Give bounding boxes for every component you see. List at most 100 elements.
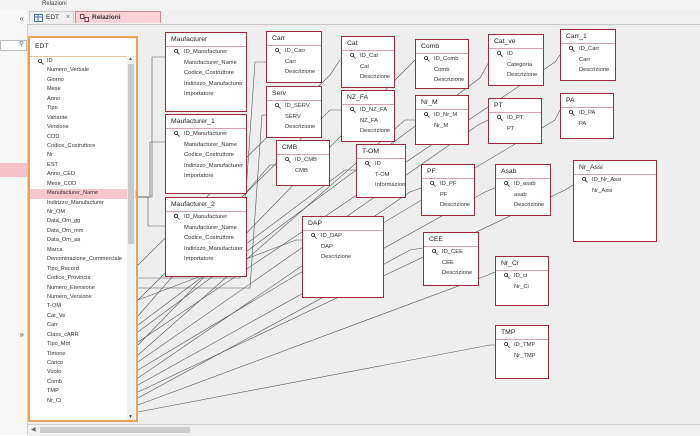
table-pa[interactable]: PA ID_PA PA — [560, 93, 614, 139]
table-title[interactable]: Maufacturer — [166, 33, 246, 47]
table-field[interactable]: Cat — [342, 62, 394, 73]
table-field[interactable]: Indirizzo_Manufacturer — [166, 244, 246, 255]
table-pt[interactable]: PT ID_PT PT — [488, 98, 542, 144]
edt-field[interactable]: Tipo_Record — [30, 265, 136, 274]
table-title[interactable]: T-OM — [357, 145, 405, 159]
table-field[interactable]: asab — [496, 190, 550, 201]
edt-field[interactable]: Numero_Etensione — [30, 284, 136, 293]
table-field[interactable]: Codice_Costruttore — [166, 68, 246, 79]
horizontal-scroll-thumb[interactable] — [40, 427, 190, 433]
table-title[interactable]: DAP — [303, 217, 383, 231]
edt-field[interactable]: Numero_Verbale — [30, 66, 136, 75]
table-field[interactable]: Nr_M — [416, 121, 468, 132]
table-field[interactable]: DAP — [303, 242, 383, 253]
edt-field[interactable]: Tipo — [30, 104, 136, 113]
edt-field[interactable]: Data_Om_gg — [30, 217, 136, 226]
table-field[interactable]: ID_Comb — [416, 54, 468, 65]
table-carr_1[interactable]: Carr_1 ID_Carr Carr Descrizione — [560, 29, 616, 81]
table-field[interactable]: Indirizzo_Manufacturer — [166, 79, 246, 90]
table-pf[interactable]: PF ID_PF PF Descrizione — [421, 164, 475, 216]
edt-field[interactable]: Versione — [30, 123, 136, 132]
scroll-down-icon[interactable]: ▼ — [128, 414, 133, 420]
table-field[interactable]: Importatore — [166, 254, 246, 265]
edt-field[interactable]: Vuoto — [30, 368, 136, 377]
table-field[interactable]: ID_CMB — [277, 155, 329, 166]
edt-field[interactable]: Codice_Costruttore — [30, 142, 136, 151]
edt-field[interactable]: EST — [30, 161, 136, 170]
table-cat_ve[interactable]: Cat_ve ID Categoria Descrizione — [488, 34, 544, 86]
table-nr_assi[interactable]: Nr_Assi ID_Nr_Assi Nr_Assi — [573, 160, 657, 242]
table-field[interactable]: ID_Manufacturer — [166, 212, 246, 223]
edt-field[interactable]: Denominazione_Commerciale — [30, 255, 136, 264]
table-nz_fa[interactable]: NZ_FA ID_NZ_FA NZ_FA Descrizione — [341, 90, 395, 142]
edt-field[interactable]: COD — [30, 133, 136, 142]
table-field[interactable]: ID_PA — [561, 108, 613, 119]
table-field[interactable]: Codice_Costruttore — [166, 233, 246, 244]
table-title[interactable]: Cat — [342, 37, 394, 51]
edt-field[interactable]: Tipo_Mot — [30, 340, 136, 349]
edt-field[interactable]: Cat_Ve — [30, 312, 136, 321]
edt-field[interactable]: Mese — [30, 85, 136, 94]
table-field[interactable]: Nr_TMP — [496, 351, 548, 362]
table-field[interactable]: Descrizione — [489, 70, 543, 81]
table-field[interactable]: Descrizione — [416, 75, 468, 86]
table-field[interactable]: Nr_Assi — [574, 186, 656, 197]
table-field[interactable]: ID_DAP — [303, 231, 383, 242]
table-field[interactable]: Descrizione — [267, 122, 321, 133]
edt-field[interactable]: Carico — [30, 359, 136, 368]
table-cmb[interactable]: CMB ID_CMB CMB — [276, 140, 330, 186]
table-title[interactable]: PA — [561, 94, 613, 108]
edt-field[interactable]: Nr_OM — [30, 208, 136, 217]
table-field[interactable]: PA — [561, 119, 613, 130]
table-field[interactable]: ID_Manufacturer — [166, 47, 246, 58]
table-field[interactable]: ID — [357, 159, 405, 170]
table-field[interactable]: Descrizione — [342, 72, 394, 83]
edt-field[interactable]: Nr_Ci — [30, 397, 136, 406]
table-field[interactable]: ID_PT — [489, 113, 541, 124]
table-title[interactable]: Carr_1 — [561, 30, 615, 44]
edt-field[interactable]: Timone — [30, 350, 136, 359]
table-field[interactable]: Nr_Ci — [496, 282, 548, 293]
table-serv[interactable]: Serv ID_SERV SERV Descrizione — [266, 86, 322, 138]
table-t_om[interactable]: T-OM ID T-OM Informazioni — [356, 144, 406, 198]
scroll-up-icon[interactable]: ▲ — [128, 56, 133, 62]
table-title[interactable]: PT — [489, 99, 541, 113]
table-title[interactable]: Cat_ve — [489, 35, 543, 49]
table-field[interactable]: CEE — [424, 258, 478, 269]
edt-field[interactable]: Giorno — [30, 76, 136, 85]
table-comb[interactable]: Comb ID_Comb Comb Descrizione — [415, 39, 469, 89]
table-field[interactable]: NZ_FA — [342, 116, 394, 127]
edt-field[interactable]: Marca — [30, 246, 136, 255]
edt-field[interactable]: Variante — [30, 114, 136, 123]
edt-table[interactable]: EDT ID Numero_Verbale Giorno Mese Anno Tipo Va… — [28, 36, 138, 422]
edt-field[interactable]: Carr — [30, 321, 136, 330]
table-field[interactable]: Descrizione — [561, 65, 615, 76]
table-asab[interactable]: Asab ID_asab asab Descrizione — [495, 164, 551, 216]
edt-field[interactable]: TMP — [30, 387, 136, 396]
table-field[interactable]: ID_Nr_Assi — [574, 175, 656, 186]
table-title[interactable]: TMP — [496, 326, 548, 340]
table-title[interactable]: CMB — [277, 141, 329, 155]
edt-field[interactable]: Data_Om_aa — [30, 236, 136, 245]
edt-field[interactable]: Data_Om_mm — [30, 227, 136, 236]
table-field[interactable]: ID_Manufacturer — [166, 129, 246, 140]
table-field[interactable]: Importatore — [166, 89, 246, 100]
table-field[interactable]: Manufacturer_Name — [166, 58, 246, 69]
table-field[interactable]: ID_TMP — [496, 340, 548, 351]
table-field[interactable]: Categoria — [489, 60, 543, 71]
table-title[interactable]: Maufacturer_1 — [166, 115, 246, 129]
table-cee[interactable]: CEE ID_CEE CEE Descrizione — [423, 232, 479, 286]
table-field[interactable]: ID_asab — [496, 179, 550, 190]
table-tmp[interactable]: TMP ID_TMP Nr_TMP — [495, 325, 549, 379]
table-title[interactable]: Nr_Ci — [496, 257, 548, 271]
table-field[interactable]: Informazioni — [357, 180, 405, 191]
edt-field[interactable]: Anno — [30, 95, 136, 104]
edt-field[interactable]: ID — [30, 57, 136, 66]
table-field[interactable]: Descrizione — [422, 200, 474, 211]
scroll-left-icon[interactable]: ◀ — [31, 426, 36, 433]
table-field[interactable]: Descrizione — [267, 67, 321, 78]
table-field[interactable]: Carr — [561, 55, 615, 66]
table-field[interactable]: ID_Nr_M — [416, 110, 468, 121]
table-field[interactable]: ID_SERV — [267, 101, 321, 112]
table-title[interactable]: PF — [422, 165, 474, 179]
